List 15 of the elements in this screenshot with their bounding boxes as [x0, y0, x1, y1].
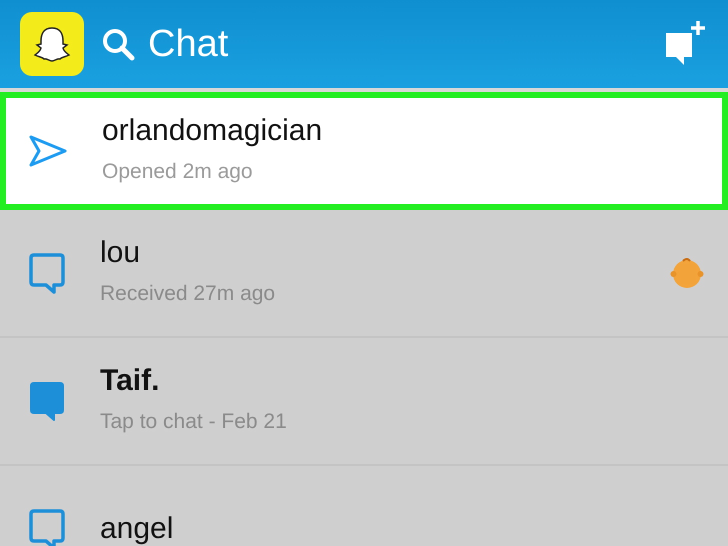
- ghost-logo-icon: [20, 12, 84, 76]
- contact-name: angel: [100, 512, 174, 546]
- send-arrow-icon: [28, 134, 68, 168]
- header-title: Chat: [148, 22, 228, 66]
- search-icon[interactable]: [100, 26, 136, 62]
- chat-bubble-icon: [28, 508, 66, 546]
- chat-bubble-icon: [28, 380, 66, 422]
- contact-name: lou: [100, 236, 142, 270]
- contact-name: Taif.: [100, 364, 160, 398]
- chat-bubble-icon: [28, 252, 66, 294]
- contact-name: orlandomagician: [102, 114, 324, 148]
- chat-status: Opened 2m ago: [102, 159, 254, 186]
- chat-status: Tap to chat - Feb 21: [100, 409, 288, 436]
- chat-status: Received 27m ago: [100, 281, 276, 308]
- chat-row[interactable]: orlandomagician Opened 2m ago: [0, 92, 728, 210]
